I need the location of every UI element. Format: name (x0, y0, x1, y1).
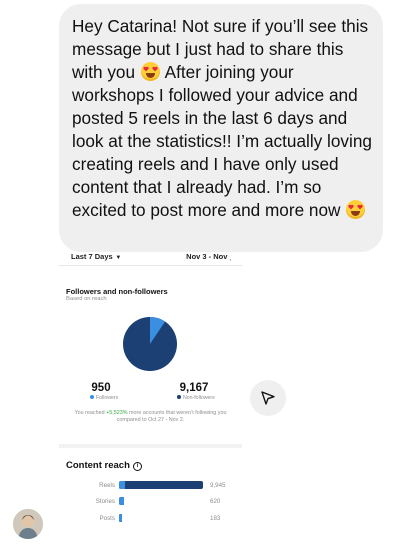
followers-pie-chart (123, 317, 177, 371)
increase-percentage: +5,523% (106, 410, 128, 416)
message-text-part2: After joining your workshops I followed … (72, 62, 372, 220)
followers-section-subtitle: Based on reach (66, 296, 107, 302)
insights-screenshot-content-reach: Content reach i Reels 9,945 Stories 620 P… (59, 452, 242, 550)
reach-bar (119, 481, 203, 489)
bar-label: Posts (99, 515, 115, 522)
reach-bar (119, 514, 122, 522)
content-reach-title: Content reach i (66, 460, 142, 471)
reach-comparison-note: You reached +5,523% more accounts that w… (74, 410, 227, 423)
info-icon[interactable]: i (132, 462, 142, 471)
bar-label: Stories (95, 498, 115, 505)
heart-eyes-emoji-icon (346, 200, 366, 219)
date-range-text: Nov 3 - Nov ˌ (186, 252, 232, 261)
bar-label: Reels (99, 482, 115, 489)
non-followers-legend-dot (177, 395, 181, 399)
bar-value: 620 (210, 498, 221, 505)
reach-row-posts: Posts 183 (59, 514, 242, 524)
followers-label: Followers (96, 395, 119, 401)
insights-screenshot-followers: Last 7 Days ▼ Nov 3 - Nov ˌ Followers an… (59, 252, 242, 442)
profile-avatar[interactable] (13, 509, 43, 539)
non-followers-count: 9,167 (179, 382, 209, 394)
followers-count: 950 (91, 382, 111, 394)
non-followers-label: Non-followers (183, 395, 215, 401)
bar-value: 183 (210, 515, 221, 522)
non-followers-stat: 9,167 Non-followers (177, 382, 215, 401)
reach-row-stories: Stories 620 (59, 497, 242, 507)
bar-value: 9,945 (210, 482, 226, 489)
heart-eyes-emoji-icon (140, 62, 160, 81)
date-range-row: Last 7 Days ▼ Nov 3 - Nov ˌ (59, 252, 242, 264)
followers-legend-dot (90, 395, 94, 399)
range-dropdown[interactable]: Last 7 Days ▼ (71, 252, 121, 261)
message-bubble[interactable]: Hey Catarina! Not sure if you’ll see thi… (59, 4, 383, 252)
followers-section-title: Followers and non-followers (66, 287, 168, 296)
section-separator (59, 444, 242, 448)
send-icon[interactable] (250, 380, 286, 416)
followers-stat: 950 Followers (90, 382, 118, 401)
divider (59, 265, 242, 266)
chevron-down-icon: ▼ (113, 255, 122, 261)
reach-bar (119, 497, 125, 505)
reach-row-reels: Reels 9,945 (59, 481, 242, 491)
